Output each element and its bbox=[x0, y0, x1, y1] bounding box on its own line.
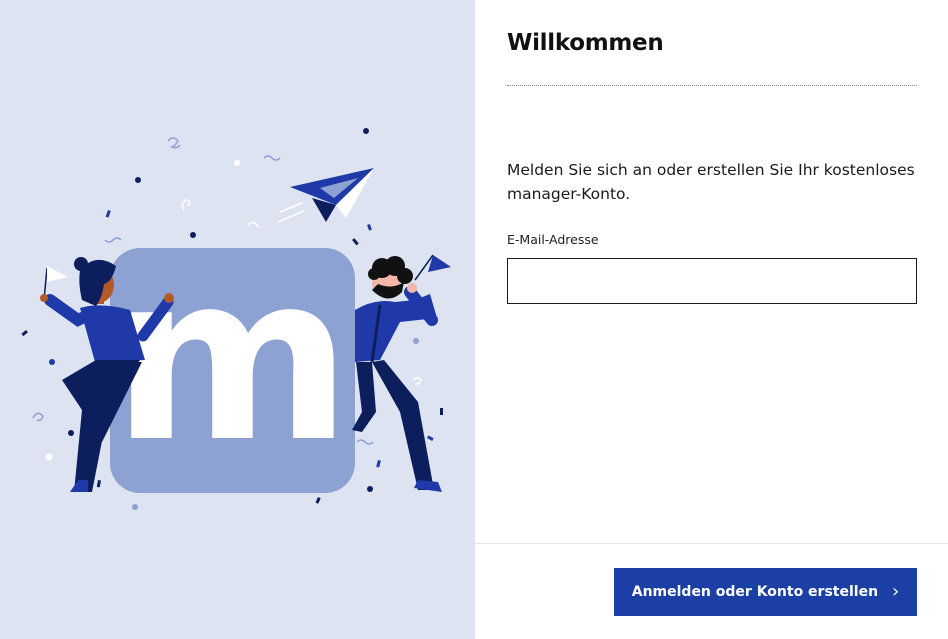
celebration-illustration: m bbox=[21, 128, 451, 510]
submit-button-label: Anmelden oder Konto erstellen bbox=[631, 584, 879, 600]
page-title: Willkommen bbox=[507, 30, 664, 56]
login-panel: Willkommen Melden Sie sich an oder erste… bbox=[475, 0, 948, 639]
title-divider bbox=[507, 85, 917, 86]
intro-text: Melden Sie sich an oder erstellen Sie Ih… bbox=[507, 161, 915, 203]
paper-plane-icon bbox=[277, 168, 374, 223]
manager-logo: m bbox=[110, 226, 355, 493]
illustration-panel: m bbox=[0, 0, 475, 639]
footer-divider bbox=[475, 543, 948, 544]
celebrating-man-figure bbox=[352, 254, 451, 492]
sign-in-or-register-button[interactable]: Anmelden oder Konto erstellen › bbox=[614, 568, 917, 616]
email-label: E-Mail-Adresse bbox=[507, 232, 599, 247]
chevron-right-icon: › bbox=[892, 581, 900, 602]
svg-text:m: m bbox=[112, 226, 352, 493]
email-field[interactable] bbox=[507, 258, 917, 304]
